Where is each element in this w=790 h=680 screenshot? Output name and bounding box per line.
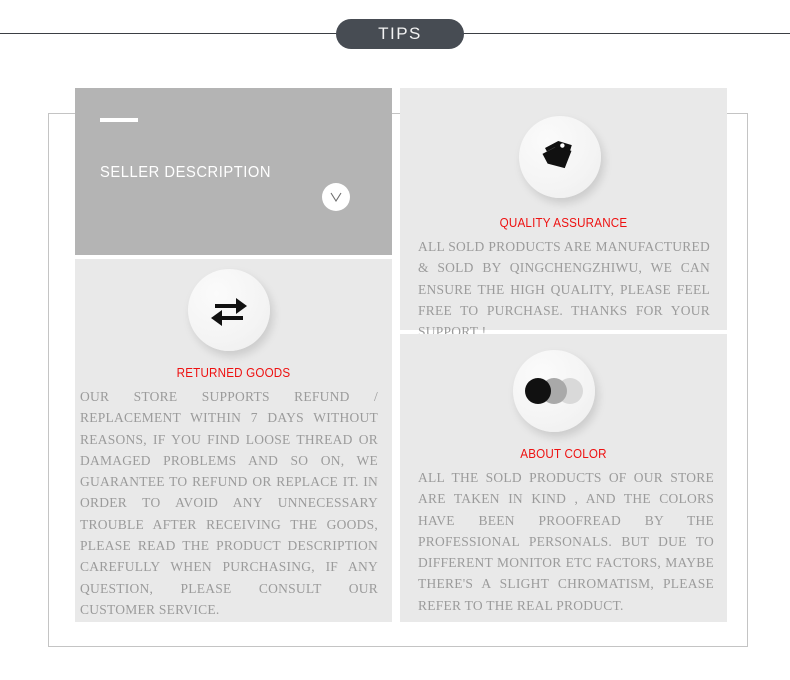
tips-panel-grid: SELLER DESCRIPTION QUALITY ASSURANCE ALL… <box>75 88 727 622</box>
color-swatches-icon <box>513 350 595 432</box>
accent-dash <box>100 118 138 122</box>
about-color-panel: ABOUT COLOR ALL THE SOLD PRODUCTS OF OUR… <box>400 334 727 622</box>
tips-badge: TIPS <box>336 19 464 49</box>
returned-goods-body: OUR STORE SUPPORTS REFUND / REPLACEMENT … <box>80 389 378 617</box>
seller-description-title: SELLER DESCRIPTION <box>100 164 272 181</box>
repeat-arrows-icon <box>188 269 270 351</box>
chevron-down-glyph <box>330 192 342 203</box>
returned-goods-title: RETURNED GOODS <box>176 366 291 380</box>
price-tag-glyph <box>542 140 572 169</box>
quality-assurance-panel: QUALITY ASSURANCE ALL SOLD PRODUCTS ARE … <box>400 88 727 339</box>
repeat-arrows-glyph <box>211 298 247 326</box>
chevron-down-icon[interactable] <box>322 183 350 211</box>
swatch-dark <box>525 378 551 404</box>
color-swatches-glyph <box>525 378 583 404</box>
about-color-title: ABOUT COLOR <box>520 447 607 461</box>
page-header: TIPS <box>0 0 790 70</box>
returned-goods-panel: RETURNED GOODS OUR STORE SUPPORTS REFUND… <box>75 259 392 622</box>
about-color-body: ALL THE SOLD PRODUCTS OF OUR STORE ARE T… <box>418 470 714 613</box>
seller-description-panel[interactable]: SELLER DESCRIPTION <box>75 88 392 255</box>
price-tag-icon <box>519 116 601 198</box>
quality-assurance-title: QUALITY ASSURANCE <box>499 216 628 230</box>
quality-assurance-body: ALL SOLD PRODUCTS ARE MANUFACTURED & SOL… <box>418 239 710 340</box>
